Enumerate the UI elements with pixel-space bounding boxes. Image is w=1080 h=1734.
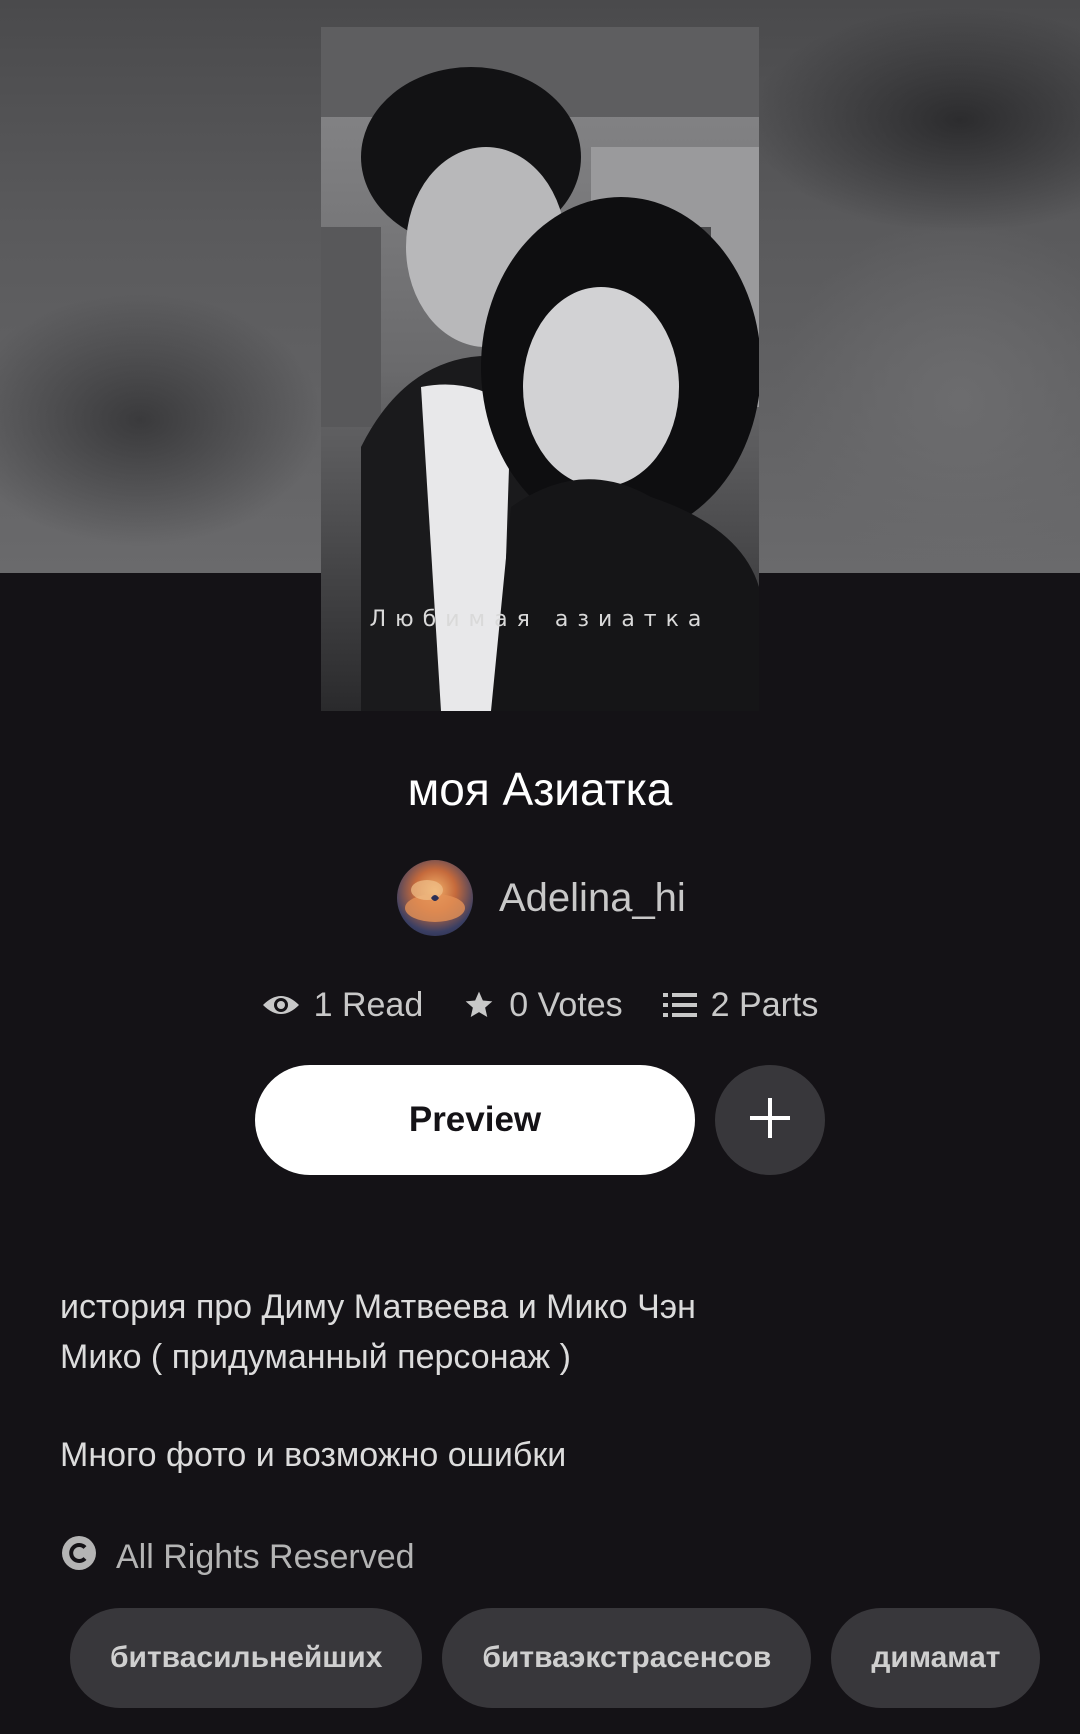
tag-chip[interactable]: димамат [831, 1608, 1040, 1708]
eye-icon [262, 991, 300, 1019]
parts-count[interactable]: 2 Parts [711, 986, 819, 1025]
star-icon [463, 989, 495, 1021]
story-title: моя Азиатка [407, 763, 673, 815]
copyright-notice: All Rights Reserved [60, 1534, 415, 1581]
reads-stat: 1 Read [262, 985, 424, 1025]
tag-chip[interactable]: битваэкстрасенсов [442, 1608, 812, 1708]
preview-button[interactable]: Preview [255, 1065, 695, 1175]
parts-stat[interactable]: 2 Parts [662, 986, 819, 1025]
votes-count: 0 Votes [509, 985, 623, 1024]
author-avatar[interactable] [397, 860, 473, 936]
description-line: Много фото и возможно ошибки [60, 1436, 567, 1474]
plus-icon [750, 1097, 790, 1143]
story-details-page: Любимая азиатка моя Азиатка Adelina_hi 1… [0, 0, 1080, 1734]
reads-count: 1 Read [313, 985, 424, 1024]
tag-list: битвасильнейших битваэкстрасенсов димама… [70, 1608, 1040, 1708]
add-to-library-button[interactable] [715, 1065, 825, 1175]
tag-chip[interactable]: битвасильнейших [70, 1608, 423, 1708]
description-line: история про Диму Матвеева и Мико Чэн [60, 1288, 696, 1326]
avatar-image [405, 880, 465, 922]
author-name[interactable]: Adelina_hi [499, 876, 686, 921]
author-link[interactable]: Adelina_hi [397, 860, 686, 936]
story-cover-image[interactable]: Любимая азиатка [321, 27, 759, 711]
list-icon [662, 991, 697, 1019]
votes-stat: 0 Votes [463, 985, 623, 1025]
description-line: Мико ( придуманный персонаж ) [60, 1338, 571, 1376]
copyright-label: All Rights Reserved [116, 1538, 415, 1576]
copyright-icon [60, 1534, 98, 1581]
story-stats: 1 Read 0 Votes 2 Parts [0, 985, 1080, 1025]
cover-title-text: Любимая азиатка [369, 607, 711, 632]
story-description: история про Диму Матвеева и Мико Чэн Мик… [60, 1282, 1020, 1480]
